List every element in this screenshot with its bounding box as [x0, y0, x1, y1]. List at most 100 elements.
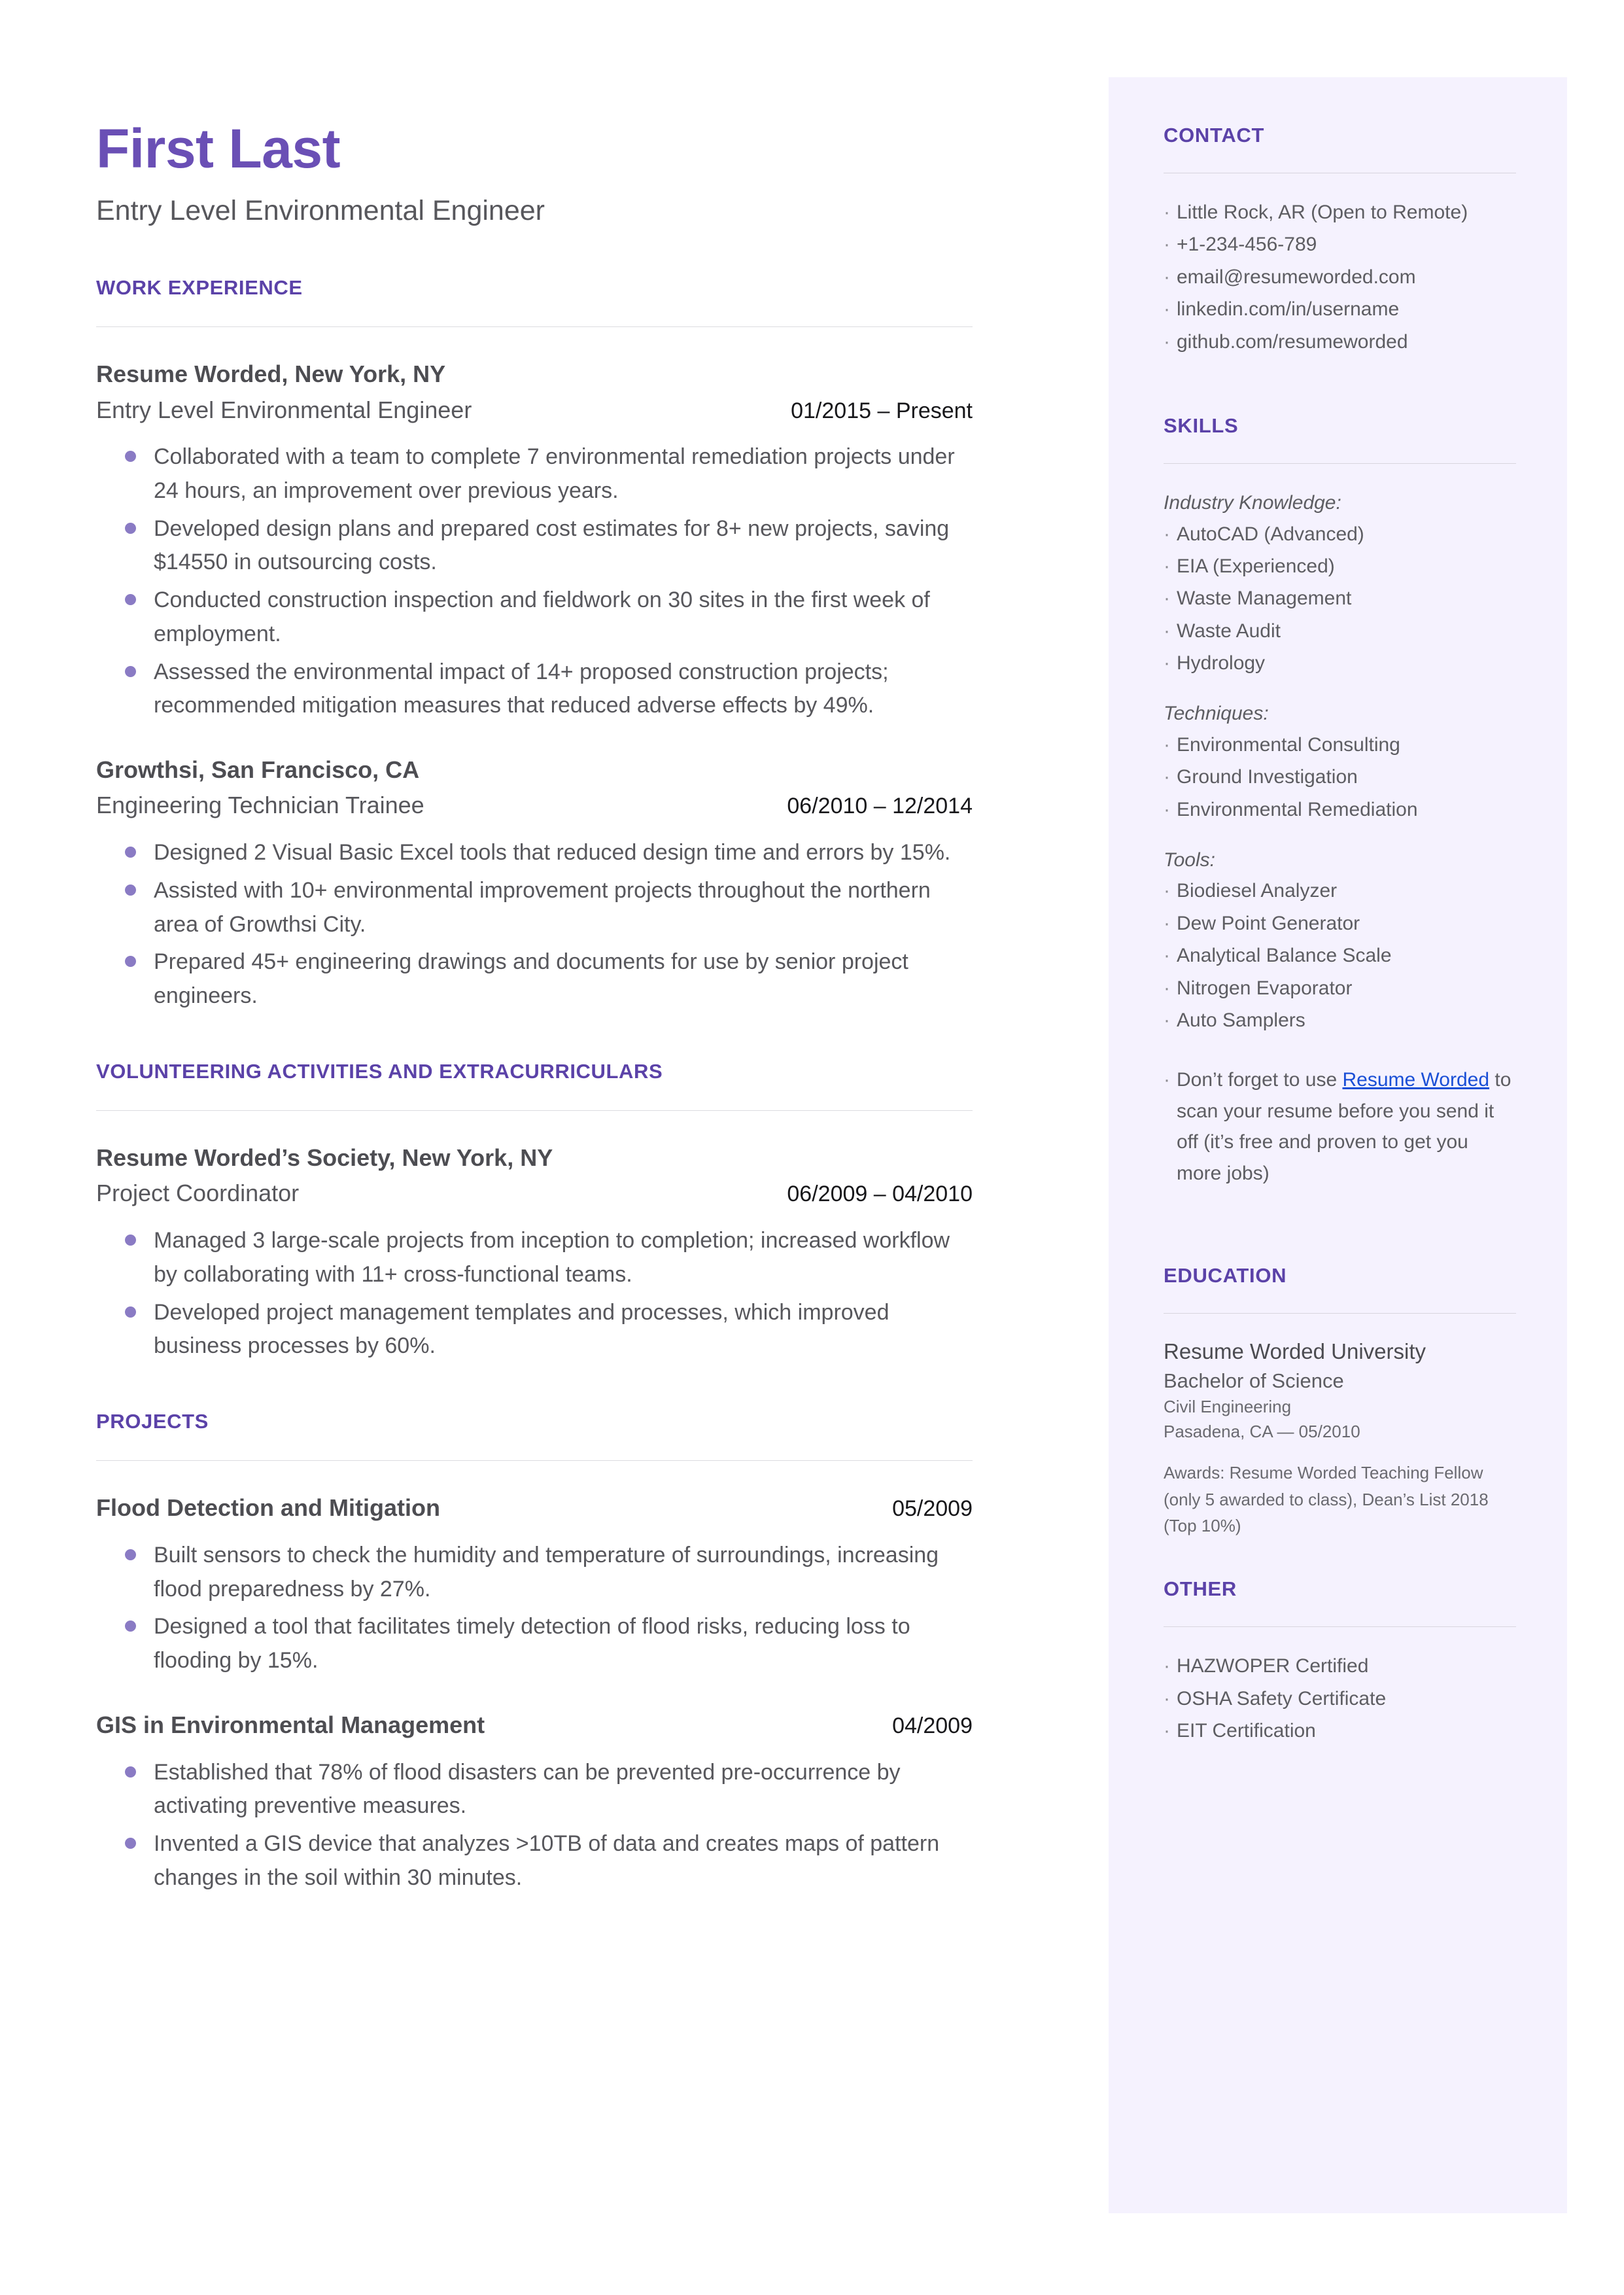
- contact-item-phone[interactable]: · +1-234-456-789: [1164, 229, 1516, 260]
- skill-item: · Hydrology: [1164, 648, 1516, 678]
- resume-page: First Last Entry Level Environmental Eng…: [0, 0, 1624, 2295]
- contact-phone-text: +1-234-456-789: [1177, 234, 1317, 256]
- other-item: · EIT Certification: [1164, 1715, 1516, 1746]
- contact-email-text: email@resumeworded.com: [1177, 266, 1416, 288]
- sidebar-heading-contact: CONTACT: [1164, 124, 1265, 147]
- education-major: Civil Engineering: [1164, 1396, 1292, 1416]
- project-title-row: Flood Detection and Mitigation 05/2009: [96, 1492, 973, 1524]
- bullet-text: Assessed the environmental impact of 14+…: [154, 659, 889, 718]
- contact-item-linkedin[interactable]: · linkedin.com/in/username: [1164, 294, 1516, 324]
- section-divider: [96, 1460, 973, 1462]
- bullet-dot-icon: ·: [1164, 234, 1170, 256]
- skill-text: Hydrology: [1177, 652, 1266, 674]
- sidebar-section-skills: SKILLS Industry Knowledge: · AutoCAD (Ad…: [1164, 414, 1516, 1189]
- skill-item: · Waste Management: [1164, 583, 1516, 614]
- skills-group-label-techniques: Techniques:: [1164, 703, 1269, 725]
- bullet-marker-icon: [96, 1610, 154, 1632]
- bullet-dot-icon: ·: [1164, 1009, 1170, 1031]
- skill-item: · Ground Investigation: [1164, 762, 1516, 792]
- sidebar-divider: [1164, 463, 1516, 464]
- bullet-text: Established that 78% of flood disasters …: [154, 1759, 901, 1819]
- section-divider: [96, 1110, 973, 1111]
- main-column: First Last Entry Level Environmental Eng…: [96, 0, 973, 1899]
- education-awards: Awards: Resume Worded Teaching Fellow (o…: [1164, 1463, 1489, 1535]
- volunteering-entry: Resume Worded’s Society, New York, NY Pr…: [96, 1142, 973, 1363]
- entry-role: Project Coordinator: [96, 1180, 300, 1207]
- bullet-dot-icon: ·: [1164, 620, 1170, 642]
- bullet-marker-icon: [96, 1827, 154, 1849]
- bullet-item: Assisted with 10+ environmental improvem…: [96, 874, 973, 941]
- section-divider: [96, 326, 973, 327]
- bullet-dot-icon: ·: [1164, 977, 1170, 999]
- skill-item: · AutoCAD (Advanced): [1164, 519, 1516, 550]
- contact-item-email[interactable]: · email@resumeworded.com: [1164, 262, 1516, 292]
- entry-role: Entry Level Environmental Engineer: [96, 396, 472, 423]
- contact-linkedin-text: linkedin.com/in/username: [1177, 298, 1400, 321]
- entry-role-row: Project Coordinator 06/2009 – 04/2010: [96, 1178, 973, 1210]
- bullet-item: Developed design plans and prepared cost…: [96, 512, 973, 580]
- skill-text: Nitrogen Evaporator: [1177, 977, 1353, 999]
- bullet-marker-icon: [96, 945, 154, 968]
- bullet-dot-icon: ·: [1164, 201, 1170, 224]
- other-text: EIT Certification: [1177, 1720, 1316, 1742]
- skill-text: EIA (Experienced): [1177, 555, 1335, 577]
- sidebar-section-education: EDUCATION Resume Worded University Bache…: [1164, 1263, 1516, 1539]
- education-school: Resume Worded University: [1164, 1339, 1426, 1364]
- bullet-dot-icon: ·: [1164, 1069, 1170, 1091]
- bullet-item: Collaborated with a team to complete 7 e…: [96, 440, 973, 508]
- bullet-item: Invented a GIS device that analyzes >10T…: [96, 1827, 973, 1895]
- bullet-text: Assisted with 10+ environmental improvem…: [154, 878, 931, 937]
- other-item: · HAZWOPER Certified: [1164, 1651, 1516, 1681]
- bullet-text: Built sensors to check the humidity and …: [154, 1542, 939, 1602]
- sidebar-heading-education: EDUCATION: [1164, 1263, 1287, 1287]
- bullet-dot-icon: ·: [1164, 1687, 1170, 1709]
- skill-item: · Nitrogen Evaporator: [1164, 973, 1516, 1004]
- bullet-text: Invented a GIS device that analyzes >10T…: [154, 1831, 940, 1890]
- skill-text: AutoCAD (Advanced): [1177, 523, 1364, 545]
- bullet-item: Managed 3 large-scale projects from ince…: [96, 1224, 973, 1291]
- bullet-text: Managed 3 large-scale projects from ince…: [154, 1228, 950, 1287]
- skill-text: Environmental Remediation: [1177, 798, 1418, 820]
- bullet-text: Developed project management templates a…: [154, 1299, 890, 1359]
- skill-item: · Dew Point Generator: [1164, 908, 1516, 939]
- entry-dates: 06/2010 – 12/2014: [787, 794, 973, 819]
- skills-list-tools: · Biodiesel Analyzer · Dew Point Generat…: [1164, 875, 1516, 1036]
- bullet-list: Built sensors to check the humidity and …: [96, 1539, 973, 1678]
- bullet-dot-icon: ·: [1164, 555, 1170, 577]
- other-text: HAZWOPER Certified: [1177, 1655, 1369, 1677]
- bullet-text: Collaborated with a team to complete 7 e…: [154, 444, 955, 504]
- skill-text: Auto Samplers: [1177, 1009, 1305, 1031]
- work-entry: Resume Worded, New York, NY Entry Level …: [96, 359, 973, 723]
- bullet-dot-icon: ·: [1164, 733, 1170, 756]
- contact-github-text: github.com/resumeworded: [1177, 330, 1408, 353]
- bullet-dot-icon: ·: [1164, 912, 1170, 934]
- bullet-text: Prepared 45+ engineering drawings and do…: [154, 949, 908, 1009]
- bullet-marker-icon: [96, 440, 154, 463]
- section-heading-projects: PROJECTS: [96, 1409, 209, 1433]
- skills-list-industry-knowledge: · AutoCAD (Advanced) · EIA (Experienced)…: [1164, 519, 1516, 679]
- contact-item-github[interactable]: · github.com/resumeworded: [1164, 326, 1516, 357]
- entry-organization: Resume Worded, New York, NY: [96, 360, 446, 387]
- bullet-item: Developed project management templates a…: [96, 1296, 973, 1363]
- bullet-text: Developed design plans and prepared cost…: [154, 516, 950, 575]
- skill-text: Waste Management: [1177, 587, 1352, 610]
- resume-worded-link[interactable]: Resume Worded: [1342, 1069, 1489, 1091]
- bullet-dot-icon: ·: [1164, 1720, 1170, 1742]
- skill-item: · EIA (Experienced): [1164, 551, 1516, 582]
- promo-note: · Don’t forget to use Resume Worded to s…: [1164, 1064, 1516, 1189]
- bullet-item: Designed 2 Visual Basic Excel tools that…: [96, 836, 973, 870]
- skill-text: Biodiesel Analyzer: [1177, 880, 1338, 902]
- bullet-marker-icon: [96, 836, 154, 858]
- bullet-dot-icon: ·: [1164, 1655, 1170, 1677]
- entry-role-row: Engineering Technician Trainee 06/2010 –…: [96, 790, 973, 822]
- education-location-date: Pasadena, CA — 05/2010: [1164, 1421, 1360, 1441]
- sidebar-heading-skills: SKILLS: [1164, 414, 1239, 438]
- bullet-dot-icon: ·: [1164, 266, 1170, 288]
- bullet-marker-icon: [96, 512, 154, 534]
- project-title: Flood Detection and Mitigation: [96, 1494, 440, 1522]
- bullet-dot-icon: ·: [1164, 652, 1170, 674]
- bullet-marker-icon: [96, 584, 154, 606]
- skill-item: · Waste Audit: [1164, 616, 1516, 646]
